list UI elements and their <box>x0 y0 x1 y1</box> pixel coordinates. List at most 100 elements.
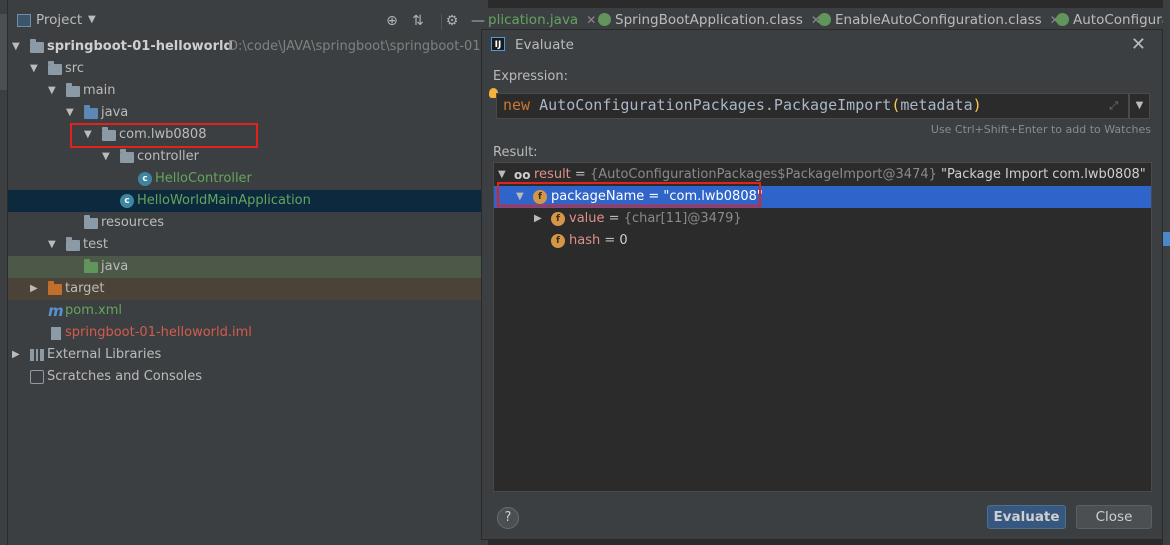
expand-arrow-icon[interactable]: ▼ <box>12 36 20 58</box>
resources-folder-icon <box>84 215 98 229</box>
expression-body: AutoConfigurationPackages.PackageImport <box>539 96 892 114</box>
dialog-title: Evaluate <box>515 37 574 53</box>
tree-item-root[interactable]: ▼ springboot-01-helloworld D:\code\JAVA\… <box>8 36 488 58</box>
close-button[interactable]: Close <box>1076 505 1152 529</box>
collapse-arrow-icon[interactable]: ▶ <box>30 278 38 300</box>
module-path: D:\code\JAVA\springboot\springboot-01 <box>228 39 481 54</box>
test-folder-icon <box>84 259 98 273</box>
tree-item-src[interactable]: ▼ src <box>8 58 488 80</box>
close-icon[interactable]: ✕ <box>1131 34 1146 55</box>
tree-item-scratches[interactable]: Scratches and Consoles <box>8 366 488 388</box>
equals-sign: = <box>600 233 620 248</box>
expand-arrow-icon[interactable]: ▼ <box>48 234 56 256</box>
tree-item-label: target <box>65 281 105 296</box>
highlight-box-packagename <box>497 182 761 207</box>
tab-enableautoconfiguration-class[interactable]: EnableAutoConfiguration.class ✕ <box>818 12 1060 28</box>
project-tool-tab[interactable] <box>0 14 7 90</box>
expand-arrow-icon[interactable]: ▼ <box>48 80 56 102</box>
scratches-icon <box>30 370 44 384</box>
help-button[interactable]: ? <box>497 507 519 529</box>
tree-item-pom[interactable]: m pom.xml <box>8 300 488 322</box>
tree-item-external-libraries[interactable]: ▶ External Libraries <box>8 344 488 366</box>
close-icon[interactable]: ✕ <box>586 13 596 27</box>
variable-name: hash <box>569 233 601 248</box>
collapse-arrow-icon[interactable]: ▶ <box>534 208 542 230</box>
project-panel-title[interactable]: Project <box>36 12 82 28</box>
left-tool-strip <box>0 0 8 545</box>
folder-icon <box>48 61 62 75</box>
variable-value: 0 <box>619 233 628 248</box>
annotation-icon <box>1056 13 1069 26</box>
excluded-folder-icon <box>48 281 62 295</box>
annotation-icon <box>818 13 831 26</box>
tree-item-label: External Libraries <box>47 347 162 362</box>
project-panel: Project ▼ ⊕ ⇅ ⚙ — ▼ springboot-01-hellow… <box>8 0 488 545</box>
tree-item-test[interactable]: ▼ test <box>8 234 488 256</box>
tree-item-resources[interactable]: resources <box>8 212 488 234</box>
intellij-logo-icon: IJ <box>491 37 505 51</box>
folder-icon <box>66 83 80 97</box>
result-row-value[interactable]: ▶ f value = {char[11]@3479} <box>494 208 1151 230</box>
variable-name: result <box>534 167 571 182</box>
result-row-hash[interactable]: f hash = 0 <box>494 230 1151 252</box>
tree-item-java[interactable]: ▼ java <box>8 102 488 124</box>
tab-autoconfiguration[interactable]: AutoConfigurat <box>1056 12 1170 28</box>
collapse-all-icon[interactable]: ⇅ <box>408 11 428 31</box>
gear-icon[interactable]: ⚙ <box>442 11 462 31</box>
library-icon <box>30 349 44 361</box>
tree-item-label: java <box>101 259 129 274</box>
locate-icon[interactable]: ⊕ <box>382 11 402 31</box>
tab-application-java[interactable]: plication.java ✕ <box>488 12 596 28</box>
tree-item-controller[interactable]: ▼ controller <box>8 146 488 168</box>
tree-item-main-application[interactable]: c HelloWorldMainApplication <box>8 190 488 212</box>
expand-arrow-icon[interactable]: ▼ <box>30 58 38 80</box>
variable-name: value <box>569 211 605 226</box>
evaluate-dialog: IJ Evaluate ✕ Expression: new AutoConfig… <box>481 29 1163 540</box>
tree-item-label: java <box>101 105 129 120</box>
tree-item-target[interactable]: ▶ target <box>8 278 488 300</box>
history-dropdown-button[interactable]: ▼ <box>1129 93 1150 119</box>
expand-icon[interactable]: ⤢ <box>1109 99 1118 113</box>
field-icon: f <box>551 234 565 248</box>
expression-open-paren: ( <box>891 96 901 114</box>
watches-hint: Use Ctrl+Shift+Enter to add to Watches <box>930 123 1151 136</box>
tree-item-test-java[interactable]: java <box>8 256 488 278</box>
tab-springbootapplication-class[interactable]: SpringBootApplication.class ✕ <box>598 12 821 28</box>
tab-label: plication.java <box>488 12 579 28</box>
source-folder-icon <box>84 105 98 119</box>
equals-sign: = <box>570 167 590 182</box>
tree-item-hello-controller[interactable]: c HelloController <box>8 168 488 190</box>
equals-sign: = <box>604 211 624 226</box>
folder-icon <box>66 237 80 251</box>
tree-item-main[interactable]: ▼ main <box>8 80 488 102</box>
evaluate-button[interactable]: Evaluate <box>987 505 1066 529</box>
object-type: {AutoConfigurationPackages$PackageImport… <box>589 167 937 182</box>
collapse-arrow-icon[interactable]: ▶ <box>12 344 20 366</box>
class-icon: c <box>138 172 152 186</box>
tab-label: EnableAutoConfiguration.class <box>835 12 1042 28</box>
expression-label: Expression: <box>493 69 568 84</box>
maven-icon: m <box>48 302 64 320</box>
tab-label: AutoConfigurat <box>1073 12 1170 28</box>
right-tool-strip <box>1163 0 1170 545</box>
field-icon: f <box>551 212 565 226</box>
package-icon <box>120 149 134 163</box>
tree-item-label: HelloController <box>155 171 252 186</box>
tree-item-label: springboot-01-helloworld <box>47 39 233 54</box>
variable-value: {char[11]@3479} <box>623 211 742 226</box>
expression-input[interactable]: new AutoConfigurationPackages.PackageImp… <box>496 93 1129 119</box>
hide-icon[interactable]: — <box>468 11 488 31</box>
tree-item-label: HelloWorldMainApplication <box>137 193 311 208</box>
expression-close-paren: ) <box>972 96 982 114</box>
spring-boot-class-icon: c <box>120 194 134 208</box>
tree-item-label: test <box>83 237 108 252</box>
tree-item-label: springboot-01-helloworld.iml <box>65 325 252 340</box>
tree-item-iml[interactable]: springboot-01-helloworld.iml <box>8 322 488 344</box>
expand-arrow-icon[interactable]: ▼ <box>66 102 74 124</box>
tree-item-label: src <box>65 61 84 76</box>
result-tree: ▼ oo result = {AutoConfigurationPackages… <box>493 162 1152 492</box>
module-file-icon <box>51 327 61 340</box>
expand-arrow-icon[interactable]: ▼ <box>102 146 110 168</box>
result-label: Result: <box>493 145 538 160</box>
chevron-down-icon[interactable]: ▼ <box>88 14 96 25</box>
